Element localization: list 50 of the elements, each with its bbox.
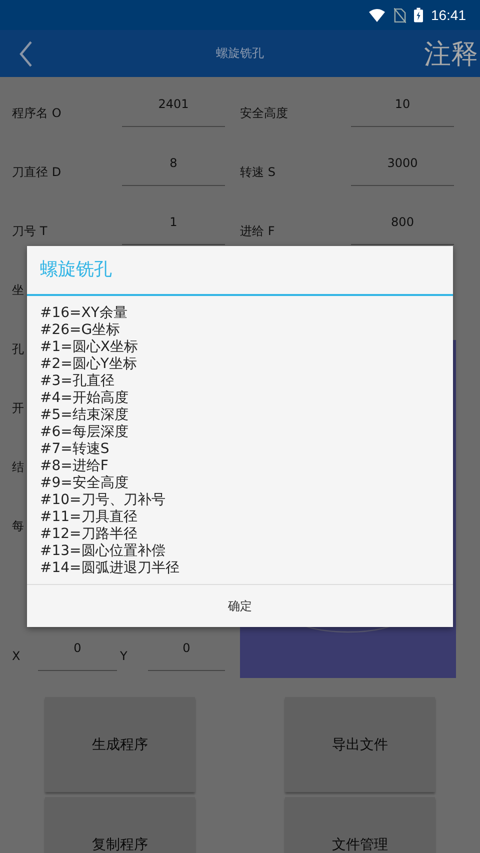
field-label: 孔	[12, 341, 24, 358]
battery-icon	[414, 7, 423, 23]
input-field[interactable]: 10	[351, 97, 454, 127]
note-line: #14=圆弧进退刀半径	[40, 560, 180, 577]
note-line: #1=圆心X坐标	[40, 339, 139, 356]
dialog-title: 螺旋铣孔	[27, 246, 453, 296]
note-line: #13=圆心位置补偿	[40, 543, 166, 560]
note-line: #8=进给F	[40, 458, 110, 475]
input-field[interactable]: 2401	[122, 97, 225, 127]
note-line: #4=开始高度	[40, 390, 130, 407]
field-label: 进给 F	[240, 223, 275, 240]
field-label: 每	[12, 518, 24, 535]
field-label: 程序名 O	[12, 105, 62, 122]
notes-button[interactable]: 注释	[424, 36, 480, 72]
action-button[interactable]: 文件管理	[285, 797, 435, 853]
input-field[interactable]: 800	[351, 215, 454, 245]
input-field[interactable]: 3000	[351, 156, 454, 186]
field-label: 开	[12, 400, 24, 417]
note-line: #9=安全高度	[40, 475, 130, 492]
action-button[interactable]: 导出文件	[285, 697, 435, 792]
screen-title: 螺旋铣孔	[216, 45, 264, 62]
back-icon[interactable]	[19, 40, 33, 66]
note-line: #6=每层深度	[40, 424, 130, 441]
field-label: 安全高度	[240, 105, 288, 122]
clock-time: 16:41	[430, 7, 466, 23]
field-label: 结	[12, 459, 24, 476]
note-line: #11=刀具直径	[40, 509, 138, 526]
note-line: #16=XY余量	[40, 305, 128, 322]
action-button[interactable]: 复制程序	[45, 797, 195, 853]
wifi-icon	[368, 8, 386, 22]
field-label: 坐	[12, 282, 24, 299]
field-label: 刀直径 D	[12, 164, 62, 181]
note-line: #26=G坐标	[40, 322, 122, 339]
input-field[interactable]: 8	[122, 156, 225, 186]
field-label: 转速 S	[240, 164, 276, 181]
note-line: #3=孔直径	[40, 373, 116, 390]
field-label: 刀号 T	[12, 223, 48, 240]
note-line: #5=结束深度	[40, 407, 130, 424]
input-field[interactable]: 1	[122, 215, 225, 245]
field-label: X	[11, 649, 22, 663]
sim-icon	[394, 8, 406, 22]
note-line: #10=刀号、刀补号	[40, 492, 166, 509]
note-line: #2=圆心Y坐标	[40, 356, 138, 373]
input-field[interactable]: 0	[38, 641, 117, 671]
field-label: Y	[119, 649, 128, 663]
input-field[interactable]: 0	[148, 641, 225, 671]
note-line: #7=转速S	[40, 441, 110, 458]
action-button[interactable]: 生成程序	[45, 697, 195, 792]
confirm-button[interactable]: 确定	[208, 592, 272, 620]
note-line: #12=刀路半径	[40, 526, 138, 543]
